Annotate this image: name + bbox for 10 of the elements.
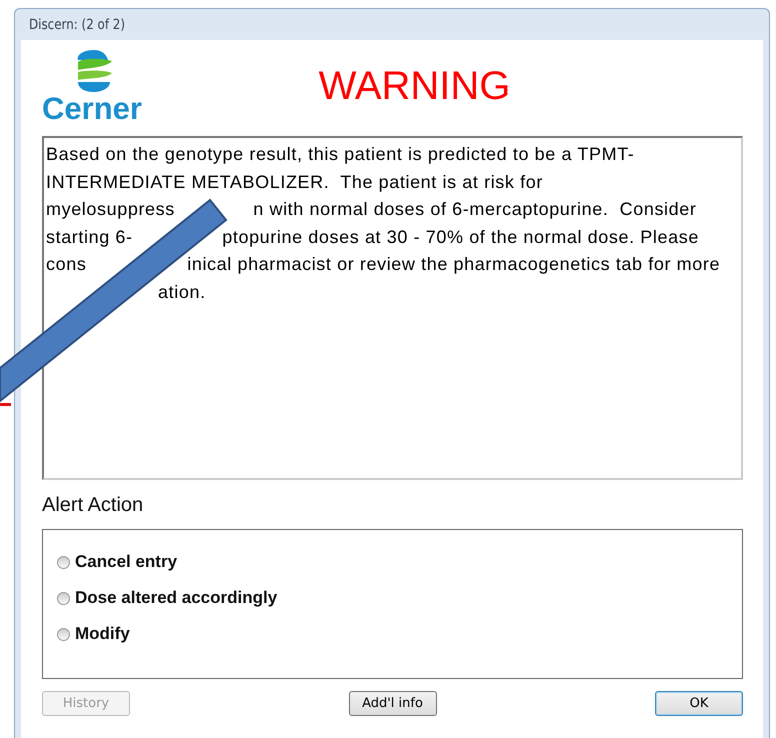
- option-label[interactable]: Cancel entry: [75, 552, 178, 572]
- window-title: Discern: (2 of 2): [29, 16, 126, 32]
- option-label[interactable]: Modify: [75, 624, 130, 644]
- logo-wordmark: Cerner: [42, 94, 142, 124]
- dialog-button[interactable]: Add'l info: [348, 691, 436, 716]
- warning-heading: WARNING: [318, 64, 512, 109]
- dialog-button[interactable]: OK: [655, 691, 743, 716]
- alert-message: Based on the genotype result, this patient is predicted to be a TPMT- INTERMEDIATE METABOLIZER. The patient is at risk for myelosuppress n with normal doses of 6-mercaptopurine. Consider starting 6- ptopurine doses at 30 - 70% of the normal dose. Please cons inical pharmacist or review the pharmacogenetics tab for more ation.: [42, 136, 743, 480]
- option-label[interactable]: Dose altered accordingly: [75, 588, 278, 608]
- section-label: Alert Action: [42, 494, 144, 517]
